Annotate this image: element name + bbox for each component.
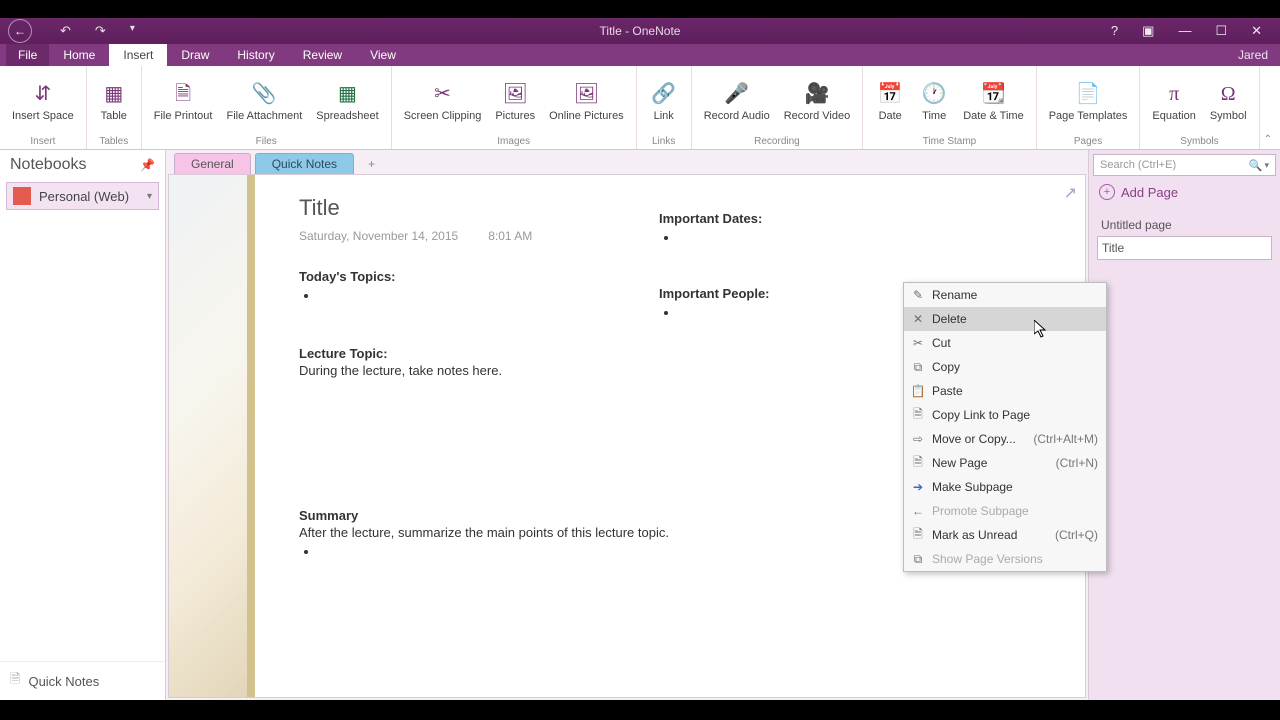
link-button[interactable]: 🔗Link xyxy=(643,78,685,124)
tab-draw[interactable]: Draw xyxy=(167,44,223,66)
ctx-paste[interactable]: 📋Paste xyxy=(904,379,1106,403)
search-icon: 🔍 xyxy=(1249,159,1263,172)
ctx-copy-link[interactable]: 🗎Copy Link to Page xyxy=(904,403,1106,427)
spreadsheet-button[interactable]: ▦Spreadsheet xyxy=(310,78,384,124)
tab-history[interactable]: History xyxy=(223,44,288,66)
help-button[interactable]: ? xyxy=(1111,23,1118,39)
ctx-page-versions: ⧉Show Page Versions xyxy=(904,547,1106,571)
symbol-button[interactable]: ΩSymbol xyxy=(1204,78,1253,124)
signed-in-user[interactable]: Jared xyxy=(1226,44,1280,66)
pages-panel: Search (Ctrl+E) 🔍 ▾ + Add Page Untitled … xyxy=(1088,150,1280,700)
time-button[interactable]: 🕐Time xyxy=(913,78,955,124)
ctx-copy[interactable]: ⧉Copy xyxy=(904,355,1106,379)
tab-file[interactable]: File xyxy=(6,44,49,66)
ctx-new-page[interactable]: 🗎New Page(Ctrl+N) xyxy=(904,451,1106,475)
page-list-item[interactable]: Title xyxy=(1097,236,1272,260)
collapse-ribbon-button[interactable]: ⌃ xyxy=(1264,134,1272,145)
page-icon: 🗎 xyxy=(10,670,20,692)
insert-space-button[interactable]: ⇵Insert Space xyxy=(6,78,80,124)
ctx-rename[interactable]: ✎Rename xyxy=(904,283,1106,307)
online-pictures-button[interactable]: 🖼Online Pictures xyxy=(543,78,630,124)
tab-view[interactable]: View xyxy=(356,44,410,66)
equation-button[interactable]: πEquation xyxy=(1146,78,1201,124)
notebooks-sidebar: Notebooks 📌 Personal (Web) ▾ 🗎 Quick Note… xyxy=(0,150,166,700)
expand-icon[interactable]: ↗ xyxy=(1064,183,1077,203)
pictures-button[interactable]: 🖼Pictures xyxy=(489,78,541,124)
qat-customize[interactable]: ▾ xyxy=(130,23,135,39)
file-attachment-button[interactable]: 📎File Attachment xyxy=(220,78,308,124)
tab-review[interactable]: Review xyxy=(289,44,356,66)
back-button[interactable]: ← xyxy=(8,19,32,43)
section-tab-quicknotes[interactable]: Quick Notes xyxy=(255,153,354,174)
minimize-button[interactable]: — xyxy=(1178,23,1191,39)
file-printout-button[interactable]: 🗎File Printout xyxy=(148,78,219,124)
ribbon: ⇵Insert Space Insert ▦Table Tables 🗎File… xyxy=(0,66,1280,150)
tab-home[interactable]: Home xyxy=(49,44,109,66)
redo-button[interactable]: ↷ xyxy=(95,23,106,39)
page-list-item[interactable]: Untitled page xyxy=(1097,214,1272,236)
context-menu: ✎Rename ✕Delete ✂Cut ⧉Copy 📋Paste 🗎Copy … xyxy=(903,282,1107,572)
maximize-button[interactable]: ☐ xyxy=(1215,23,1227,39)
ctx-mark-unread[interactable]: 🗎Mark as Unread(Ctrl+Q) xyxy=(904,523,1106,547)
pin-icon[interactable]: 📌 xyxy=(140,158,155,172)
chevron-down-icon[interactable]: ▾ xyxy=(147,191,152,202)
record-video-button[interactable]: 🎥Record Video xyxy=(778,78,856,124)
screen-clipping-button[interactable]: ✂Screen Clipping xyxy=(398,78,488,124)
page-template-art xyxy=(169,175,253,697)
ctx-move[interactable]: ⇨Move or Copy...(Ctrl+Alt+M) xyxy=(904,427,1106,451)
mouse-cursor xyxy=(1034,320,1048,338)
window-title: Title - OneNote xyxy=(600,24,681,38)
add-section-button[interactable]: + xyxy=(358,154,385,174)
ctx-delete[interactable]: ✕Delete xyxy=(904,307,1106,331)
ribbon-tabs: File Home Insert Draw History Review Vie… xyxy=(0,44,1280,66)
search-input[interactable]: Search (Ctrl+E) 🔍 ▾ xyxy=(1093,154,1276,176)
close-button[interactable]: ✕ xyxy=(1251,23,1262,39)
notebook-item[interactable]: Personal (Web) ▾ xyxy=(6,182,159,210)
section-tab-general[interactable]: General xyxy=(174,153,251,174)
table-button[interactable]: ▦Table xyxy=(93,78,135,124)
record-audio-button[interactable]: 🎤Record Audio xyxy=(698,78,776,124)
date-time-button[interactable]: 📆Date & Time xyxy=(957,78,1030,124)
tab-insert[interactable]: Insert xyxy=(109,44,167,66)
quick-notes-link[interactable]: 🗎 Quick Notes xyxy=(0,661,165,700)
page-templates-button[interactable]: 📄Page Templates xyxy=(1043,78,1134,124)
ctx-make-subpage[interactable]: ➔Make Subpage xyxy=(904,475,1106,499)
notebooks-header: Notebooks xyxy=(10,156,87,174)
plus-icon: + xyxy=(1099,184,1115,200)
section-tabs: General Quick Notes + xyxy=(166,150,1088,174)
ctx-cut[interactable]: ✂Cut xyxy=(904,331,1106,355)
notebook-color-swatch xyxy=(13,187,31,205)
add-page-button[interactable]: + Add Page xyxy=(1089,178,1280,206)
date-button[interactable]: 📅Date xyxy=(869,78,911,124)
undo-button[interactable]: ↶ xyxy=(60,23,71,39)
titlebar: ← ↶ ↷ ▾ Title - OneNote ? ▣ — ☐ ✕ xyxy=(0,18,1280,44)
ctx-promote-subpage: ←Promote Subpage xyxy=(904,499,1106,523)
fullpage-button[interactable]: ▣ xyxy=(1142,23,1154,39)
